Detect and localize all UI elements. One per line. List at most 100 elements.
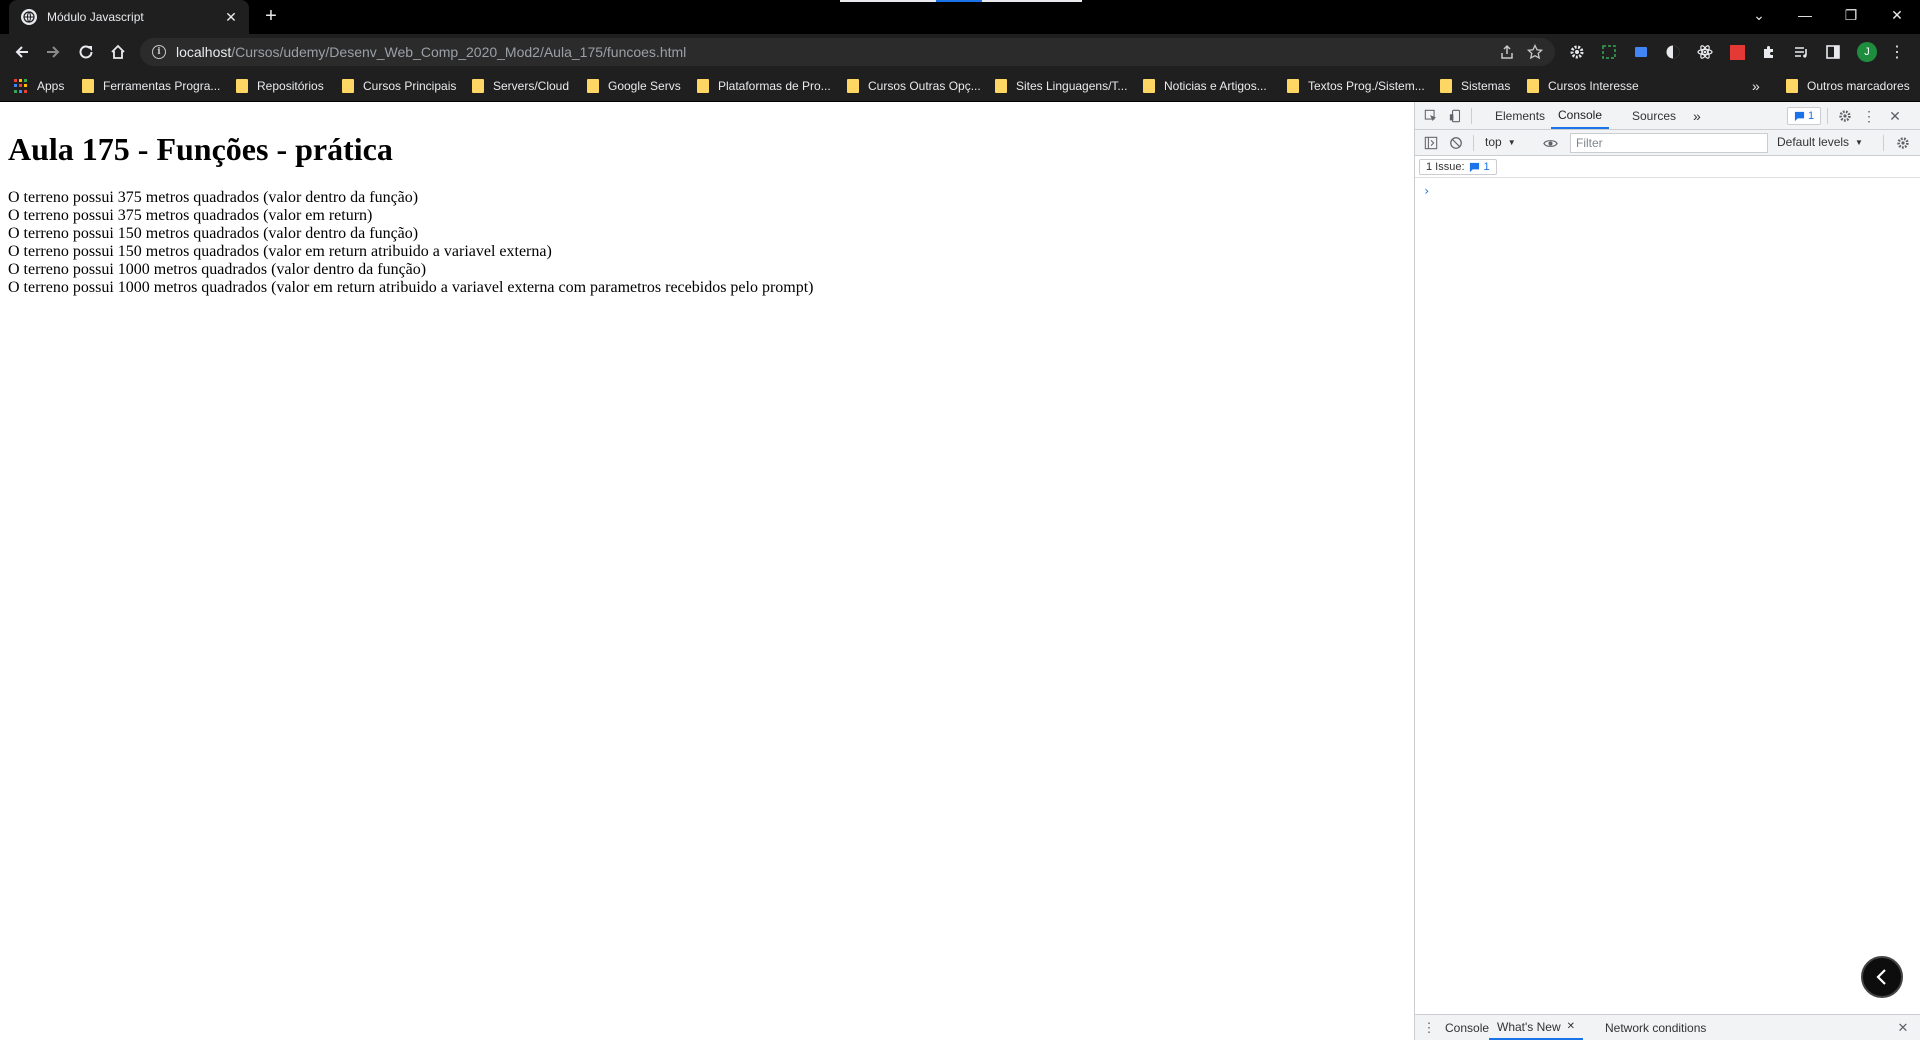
bookmark-label: Cursos Principais — [363, 79, 457, 93]
bookmark-label: Noticias e Artigos... — [1164, 79, 1267, 93]
folder-icon — [587, 79, 599, 93]
filter-input[interactable] — [1570, 133, 1768, 153]
folder-icon — [1287, 79, 1299, 93]
forward-button[interactable] — [41, 40, 65, 64]
floating-back-button[interactable] — [1861, 956, 1903, 998]
drawer-menu-icon[interactable]: ⋮ — [1421, 1020, 1437, 1036]
device-toolbar-icon[interactable] — [1448, 108, 1464, 124]
console-settings-gear-icon[interactable] — [1895, 135, 1911, 151]
console-prompt[interactable]: › — [1423, 184, 1430, 198]
close-tab-icon[interactable]: ✕ — [223, 9, 239, 25]
puzzle-icon[interactable] — [1761, 44, 1777, 60]
screenshot-extension-icon[interactable] — [1601, 44, 1617, 60]
red-extension-icon[interactable] — [1729, 44, 1745, 60]
bookmark-folder[interactable]: Servers/Cloud — [472, 77, 569, 95]
bookmarks-overflow-button[interactable]: » — [1752, 77, 1760, 95]
bookmark-folder[interactable]: Cursos Outras Opç... — [847, 77, 981, 95]
gear-extension-icon[interactable] — [1569, 44, 1585, 60]
bookmark-folder[interactable]: Google Servs — [587, 77, 681, 95]
site-info-icon[interactable]: i — [152, 45, 166, 59]
bookmark-label: Apps — [37, 79, 65, 93]
bookmark-label: Servers/Cloud — [493, 79, 570, 93]
more-tabs-button[interactable]: » — [1693, 102, 1701, 129]
tab-elements[interactable]: Elements — [1495, 102, 1545, 129]
close-drawer-tab-icon[interactable]: ✕ — [1567, 1021, 1575, 1032]
output-line: O terreno possui 375 metros quadrados (v… — [8, 189, 419, 206]
bookmark-folder[interactable]: Cursos Principais — [342, 77, 456, 95]
circle-extension-icon[interactable] — [1665, 44, 1681, 60]
bookmark-folder[interactable]: Ferramentas Progra... — [82, 77, 220, 95]
bookmark-label: Sites Linguagens/T... — [1016, 79, 1128, 93]
bookmark-star-icon[interactable] — [1527, 44, 1543, 60]
home-button[interactable] — [106, 40, 130, 64]
output-line: O terreno possui 150 metros quadrados (v… — [8, 243, 552, 260]
sidebar-toggle-icon[interactable] — [1423, 135, 1439, 151]
arrow-left-icon — [15, 46, 28, 58]
bookmark-folder[interactable]: Sites Linguagens/T... — [995, 77, 1127, 95]
context-selector[interactable]: top ▼ — [1485, 135, 1516, 149]
bookmark-label: Google Servs — [608, 79, 681, 93]
context-value: top — [1485, 135, 1502, 149]
bookmark-label: Cursos Outras Opç... — [868, 79, 981, 93]
folder-icon — [236, 79, 248, 93]
bookmarks-bar: Apps Ferramentas Progra... Repositórios … — [0, 70, 1920, 102]
drawer-tab-whats-new[interactable]: What's New ✕ — [1489, 1015, 1584, 1040]
issues-badge[interactable]: 1 — [1787, 107, 1822, 125]
tab-sources[interactable]: Sources — [1632, 102, 1676, 129]
chevron-left-icon — [1876, 969, 1886, 985]
restore-button[interactable]: ❐ — [1828, 0, 1874, 30]
drawer-tab-label: Console — [1445, 1020, 1490, 1035]
drawer-tab-label: What's New — [1497, 1019, 1561, 1034]
globe-icon — [21, 9, 37, 25]
bookmark-apps[interactable]: Apps — [14, 77, 64, 95]
close-drawer-icon[interactable]: ✕ — [1895, 1020, 1911, 1036]
log-levels-dropdown[interactable]: Default levels ▼ — [1777, 135, 1863, 149]
window-drag-indicator-accent — [936, 0, 982, 2]
drawer-tab-console[interactable]: Console — [1445, 1015, 1489, 1040]
window-drag-indicator — [840, 0, 936, 2]
close-devtools-icon[interactable]: ✕ — [1887, 108, 1903, 124]
settings-gear-icon[interactable] — [1837, 108, 1853, 124]
separator — [1883, 135, 1884, 151]
drawer-tab-network-conditions[interactable]: Network conditions — [1605, 1015, 1706, 1040]
separator — [1471, 108, 1472, 124]
devtools-menu-icon[interactable]: ⋮ — [1861, 108, 1877, 124]
bookmark-folder[interactable]: Noticias e Artigos... — [1143, 77, 1267, 95]
apps-grid-icon — [14, 79, 28, 93]
tab-search-dropdown-icon[interactable]: ⌄ — [1736, 0, 1782, 30]
window-extension-icon[interactable] — [1633, 44, 1649, 60]
tab-console[interactable]: Console — [1551, 102, 1609, 129]
message-icon — [1794, 111, 1805, 121]
bookmark-label: Outros marcadores — [1807, 79, 1910, 93]
address-bar[interactable]: i localhost/Cursos/udemy/Desenv_Web_Comp… — [140, 38, 1555, 66]
live-expression-eye-icon[interactable] — [1542, 135, 1558, 151]
reload-button[interactable] — [74, 40, 98, 64]
devtools-tab-bar: Elements Console Sources » 1 ⋮ ✕ — [1415, 102, 1920, 130]
profile-avatar[interactable]: J — [1857, 42, 1877, 62]
bookmark-folder[interactable]: Cursos Interesse — [1527, 77, 1639, 95]
media-control-icon[interactable] — [1793, 44, 1809, 60]
clear-console-icon[interactable] — [1448, 135, 1464, 151]
share-icon[interactable] — [1499, 44, 1515, 60]
home-icon — [111, 44, 125, 59]
new-tab-button[interactable]: + — [260, 6, 282, 28]
caret-down-icon: ▼ — [1855, 137, 1863, 147]
close-window-button[interactable]: ✕ — [1874, 0, 1920, 30]
drawer-tab-label: Network conditions — [1605, 1020, 1707, 1035]
bookmark-folder[interactable]: Sistemas — [1440, 77, 1510, 95]
bookmark-folder[interactable]: Plataformas de Pro... — [697, 77, 831, 95]
bookmark-folder[interactable]: Repositórios — [236, 77, 324, 95]
issues-bar: 1 Issue: 1 — [1415, 156, 1920, 178]
other-bookmarks-folder[interactable]: Outros marcadores — [1786, 77, 1910, 95]
bookmark-label: Textos Prog./Sistem... — [1308, 79, 1425, 93]
bookmark-folder[interactable]: Textos Prog./Sistem... — [1287, 77, 1425, 95]
browser-tab[interactable]: Módulo Javascript ✕ — [9, 0, 249, 34]
react-devtools-icon[interactable] — [1697, 44, 1713, 60]
side-panel-icon[interactable] — [1825, 44, 1841, 60]
issues-button[interactable]: 1 Issue: 1 — [1419, 159, 1497, 175]
browser-menu-icon[interactable]: ⋮ — [1889, 44, 1905, 61]
inspect-element-icon[interactable] — [1423, 108, 1439, 124]
minimize-button[interactable]: — — [1782, 0, 1828, 30]
back-button[interactable] — [10, 40, 34, 64]
folder-icon — [342, 79, 354, 93]
